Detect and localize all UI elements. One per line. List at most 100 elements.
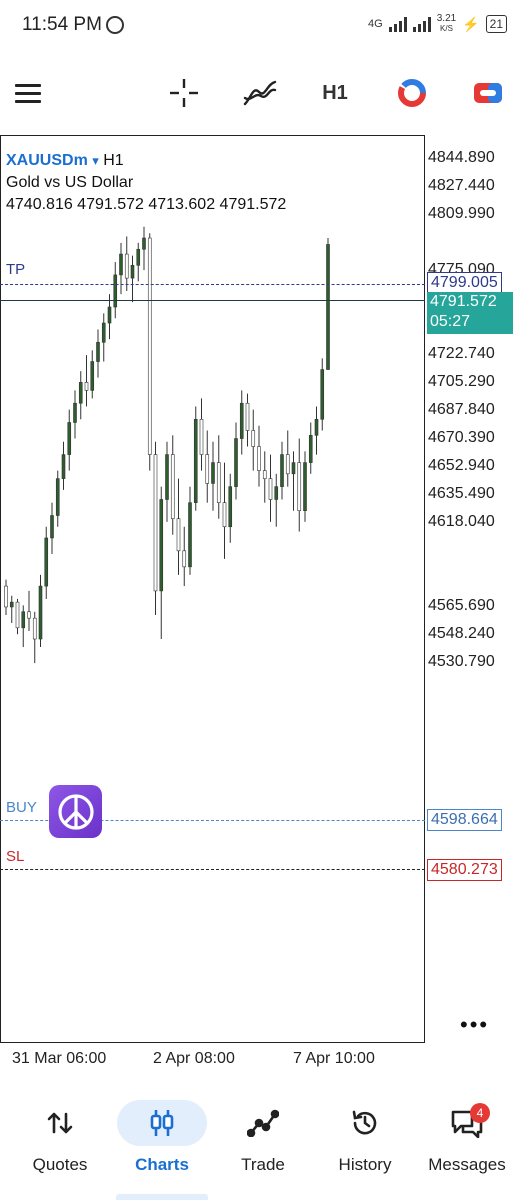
candle [67, 409, 72, 471]
candle [211, 441, 215, 511]
chart-info: XAUUSDm ▾ H1 Gold vs US Dollar 4740.816 … [6, 150, 286, 216]
candles-icon [142, 1107, 182, 1139]
more-options-icon[interactable]: ••• [460, 1014, 489, 1036]
price-axis-label: 4670.390 [428, 428, 495, 446]
buy-price-box: 4598.664 [427, 809, 502, 831]
candle [84, 355, 89, 407]
chart-timeframe: H1 [103, 152, 124, 169]
candle [21, 605, 26, 648]
candle [193, 406, 198, 511]
network-type: 4G [368, 18, 383, 30]
time-label-1: 31 Mar 06:00 [12, 1050, 107, 1067]
candle [280, 441, 284, 500]
charging-icon: ⚡ [462, 15, 480, 32]
candle [113, 262, 118, 319]
signal-icon [388, 16, 407, 32]
ohlc-values: 4740.816 4791.572 4713.602 4791.572 [6, 196, 287, 213]
candle [326, 238, 330, 370]
tp-line[interactable] [0, 284, 425, 285]
one-click-trading-icon[interactable] [395, 76, 429, 110]
time-label-2: 2 Apr 08:00 [153, 1050, 235, 1067]
candle [96, 329, 100, 378]
status-time: 11:54 PM [22, 14, 102, 35]
candle [50, 502, 54, 555]
indicators-icon[interactable] [243, 76, 277, 110]
candle [222, 462, 227, 559]
sort-arrows-icon [40, 1107, 80, 1139]
price-axis-label: 4722.740 [428, 344, 495, 362]
price-axis-label: 4827.440 [428, 176, 495, 194]
candle [136, 242, 141, 282]
candle [274, 473, 279, 527]
price-axis-label: 4635.490 [428, 484, 495, 502]
bar-countdown: 05:27 [430, 313, 471, 330]
candle [147, 233, 152, 471]
candle [297, 438, 302, 532]
network-speed: 3.21 K/S [437, 14, 456, 34]
nav-charts[interactable]: Charts [111, 1095, 213, 1185]
candle [303, 451, 307, 522]
cut-active-pill [116, 1194, 208, 1200]
candle [90, 350, 95, 399]
candle [182, 526, 187, 587]
nav-history-label: History [338, 1155, 392, 1174]
hamburger-icon[interactable] [12, 76, 46, 110]
status-bar: 11:54 PM 4G 3.21 K/S ⚡ 21 [0, 0, 527, 52]
nav-charts-label: Charts [135, 1155, 189, 1174]
candle [170, 435, 175, 535]
price-axis-label: 4809.990 [428, 204, 495, 222]
candle [262, 451, 267, 503]
timeframe-label: H1 [322, 81, 348, 104]
nav-messages-label: Messages [428, 1155, 506, 1174]
objects-icon[interactable] [471, 76, 505, 110]
candle [55, 470, 60, 527]
candle [124, 236, 129, 291]
battery-level: 21 [485, 15, 507, 33]
candle [61, 441, 66, 490]
nav-quotes-label: Quotes [32, 1155, 88, 1174]
nav-trade[interactable]: Trade [212, 1095, 314, 1185]
candle [234, 422, 238, 500]
candle [73, 390, 77, 439]
bid-line [0, 300, 425, 301]
sl-line[interactable] [0, 869, 425, 870]
symbol-name[interactable]: XAUUSDm [6, 152, 88, 169]
candle [176, 478, 181, 575]
bottom-edge-icons [0, 1190, 527, 1200]
chart-toolbar: H1 [0, 62, 527, 126]
candle [15, 598, 20, 635]
tp-price-box: 4799.005 [427, 272, 502, 294]
nav-quotes[interactable]: Quotes [9, 1095, 111, 1185]
candle [159, 486, 164, 640]
bid-price-box: 4791.572 05:27 [427, 292, 513, 334]
network-speed-value: 3.21 [436, 13, 457, 24]
history-icon [345, 1107, 385, 1139]
nav-history[interactable]: History [314, 1095, 416, 1185]
sl-label: SL [6, 848, 25, 865]
candlestick-chart [4, 226, 330, 664]
candle [44, 526, 49, 599]
price-axis-label: 4548.240 [428, 624, 495, 642]
bid-price: 4791.572 [430, 293, 497, 310]
candle [257, 425, 261, 487]
price-axis-label: 4618.040 [428, 512, 495, 530]
candle [251, 409, 256, 471]
candle [199, 398, 204, 471]
candle [38, 574, 43, 648]
candle [245, 393, 250, 447]
crosshair-icon[interactable] [167, 76, 201, 110]
candle [9, 595, 14, 623]
bottom-navigation: Quotes Charts Trade History Messages [0, 1095, 527, 1200]
price-axis-label: 4687.840 [428, 400, 495, 418]
timeframe-button[interactable]: H1 [318, 76, 352, 110]
peace-sign-icon[interactable] [49, 785, 102, 838]
price-axis-label: 4844.890 [428, 149, 495, 166]
candle [228, 473, 233, 543]
candle [320, 358, 325, 431]
nav-messages[interactable]: Messages [416, 1095, 518, 1185]
signal-icon-2 [412, 16, 431, 32]
symbol-dropdown-icon[interactable]: ▾ [92, 153, 99, 168]
candle [153, 441, 158, 615]
candle [130, 255, 135, 303]
candle [314, 406, 319, 455]
